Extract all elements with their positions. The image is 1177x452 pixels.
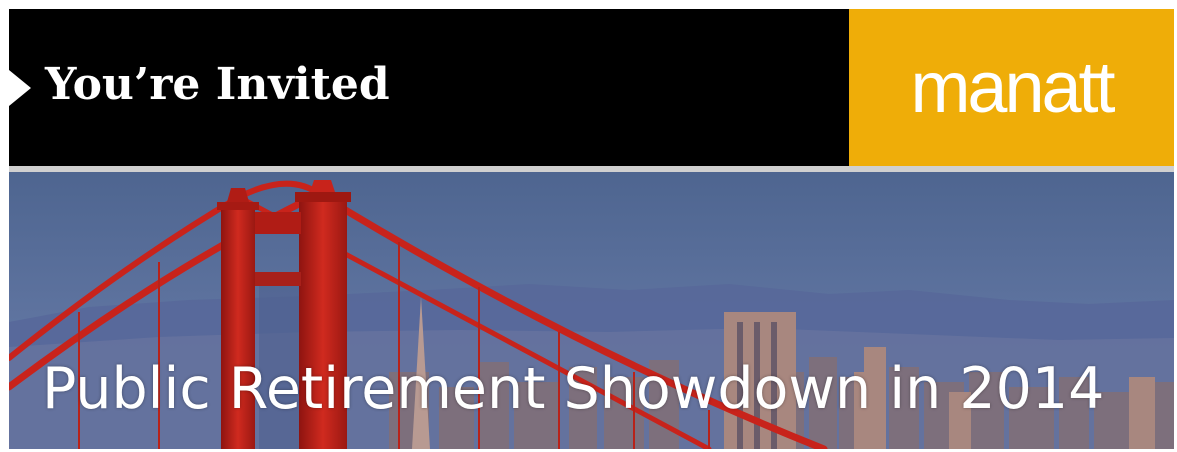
banner-header: You’re Invited manatt — [9, 9, 1174, 166]
email-banner: You’re Invited manatt Public Retirement … — [9, 9, 1174, 449]
hero-image: Public Retirement Showdown in 2014 — [9, 172, 1174, 449]
hero-title: Public Retirement Showdown in 2014 — [42, 356, 1105, 422]
invite-title: You’re Invited — [45, 59, 390, 110]
logo-wordmark: manatt — [910, 48, 1115, 128]
manatt-logo[interactable]: manatt — [849, 9, 1174, 166]
arrow-right-icon — [9, 70, 31, 106]
